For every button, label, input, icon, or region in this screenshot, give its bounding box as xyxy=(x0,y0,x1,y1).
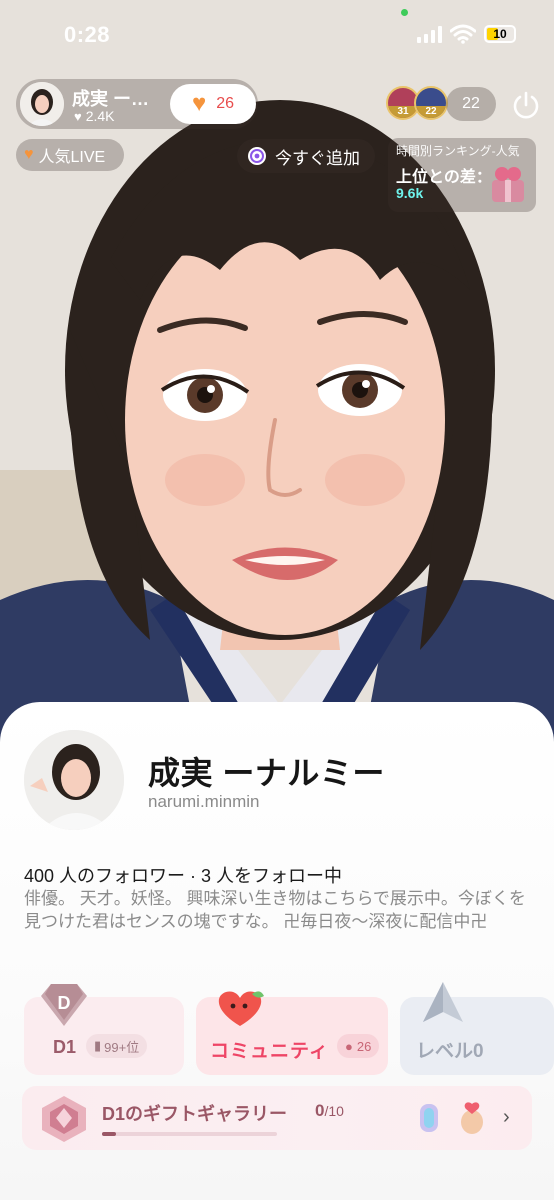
person-icon: ● xyxy=(345,1038,353,1054)
d1-rank-value: 99+位 xyxy=(104,1039,140,1055)
follow-button[interactable]: ♥ 26 xyxy=(170,84,256,124)
gift-icon xyxy=(492,167,524,202)
gift-gallery-icon xyxy=(42,1096,86,1142)
popular-live-chip[interactable]: ♥ 人気LIVE xyxy=(16,139,124,171)
gift-gallery-progress xyxy=(102,1132,277,1136)
gift-gallery-count: 0/10 xyxy=(315,1101,344,1121)
popular-heart-icon: ♥ xyxy=(24,146,34,163)
ranking-gap-label: 上位との差： xyxy=(396,169,492,186)
host-avatar[interactable] xyxy=(20,82,64,126)
popular-live-label: 人気LIVE xyxy=(38,149,106,166)
host-likes: ♥ 2.4K xyxy=(74,108,115,124)
finger-heart-icon xyxy=(461,1102,483,1134)
ranking-gap-value: 9.6k xyxy=(396,185,424,201)
cellular-signal-icon xyxy=(417,25,442,43)
profile-bio: 俳優。 天才。妖怪。 興味深い生き物はこちらで展示中。今ぼくを見つけた君はセンス… xyxy=(24,889,526,931)
heart-icon: ♥ xyxy=(191,90,207,117)
follow-count: 26 xyxy=(216,95,235,112)
community-member-badge: ● 26 xyxy=(337,1034,380,1058)
follow-stats[interactable]: 400 人のフォロワー · 3 人をフォロー中 xyxy=(24,862,342,888)
gift-gallery-title: D1のギフトギャラリー xyxy=(102,1104,288,1124)
heart-outline-icon: ♥ xyxy=(74,108,82,124)
viewer-badge: 31 xyxy=(388,106,418,118)
d1-badge-icon: D xyxy=(41,984,87,1026)
hourly-ranking-card[interactable]: 時間別ランキング-人気 上位との差： 9.6k xyxy=(388,138,536,212)
gift-thumbnail-icon xyxy=(420,1104,438,1132)
add-now-label: 今すぐ追加 xyxy=(275,148,360,168)
profile-avatar[interactable] xyxy=(24,730,124,830)
viewer-avatar[interactable]: 22 xyxy=(414,86,448,120)
status-time: 0:28 xyxy=(64,22,111,47)
community-member-count: 26 xyxy=(356,1038,372,1054)
bar-chart-icon: ▮ xyxy=(94,1038,102,1053)
profile-name: 成実 ーナルミー xyxy=(148,755,385,791)
wifi-icon xyxy=(450,24,476,44)
viewer-badge: 22 xyxy=(416,106,446,118)
host-likes-count: 2.4K xyxy=(85,108,115,124)
profile-handle: narumi.minmin xyxy=(148,792,260,811)
community-heart-icon xyxy=(218,991,264,1026)
community-label: コミュニティ xyxy=(210,1041,329,1062)
privacy-indicator-dot xyxy=(401,9,408,16)
gift-gallery-progress-fill xyxy=(102,1132,116,1136)
level-label: レベル0 xyxy=(416,1041,484,1062)
target-icon xyxy=(248,147,266,165)
battery-icon: 10 xyxy=(484,25,516,43)
d1-badge-letter: D xyxy=(58,993,71,1013)
d1-rank-badge: ▮ 99+位 xyxy=(86,1034,148,1058)
status-icons: 10 xyxy=(417,24,516,44)
viewer-count[interactable]: 22 xyxy=(446,87,496,121)
level-arrow-icon xyxy=(423,982,463,1022)
chevron-right-icon[interactable]: › xyxy=(503,1106,510,1129)
ranking-title: 時間別ランキング-人気 xyxy=(396,144,520,158)
power-icon[interactable] xyxy=(511,90,541,120)
add-now-button[interactable]: 今すぐ追加 xyxy=(237,139,375,173)
battery-level: 10 xyxy=(493,27,507,41)
d1-label: D1 xyxy=(53,1037,77,1057)
gift-gallery-total: /10 xyxy=(324,1103,344,1119)
